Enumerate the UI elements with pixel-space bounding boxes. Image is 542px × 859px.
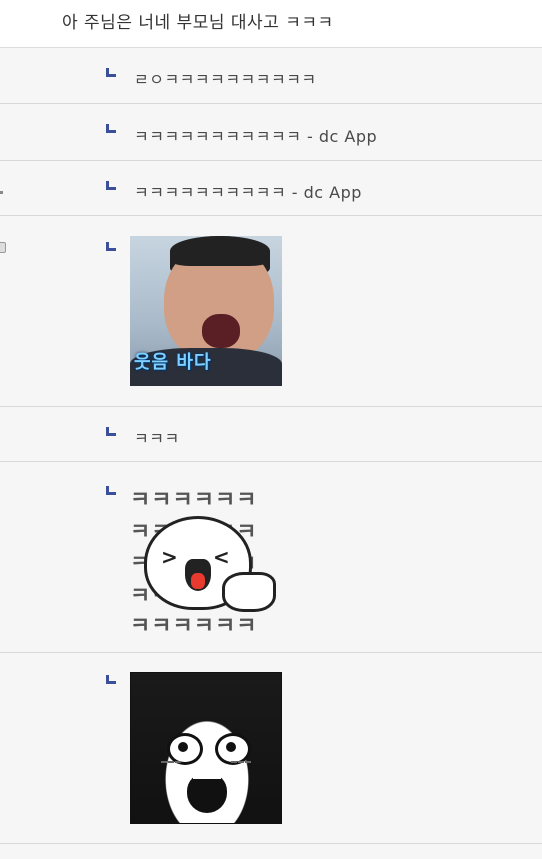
laughing-bun-sticker[interactable]: ㅋㅋㅋㅋㅋㅋ ㅋㅋㅋㅋㅋㅋ ㅋㅋㅋㅋㅋㅋ ㅋㅋㅋㅋㅋㅋ ㅋㅋㅋㅋㅋㅋ > < (130, 482, 282, 634)
reply-text: ㄹㅇㅋㅋㅋㅋㅋㅋㅋㅋㅋㅋ (134, 70, 317, 89)
top-comment-row: 아 주님은 너네 부모님 대사고 ㅋㅋㅋ (0, 0, 542, 48)
bun-eye-right-icon: < (213, 545, 230, 569)
reply-row: ㅋㅋㅋㅋㅋㅋㅋㅋㅋㅋ - dc App (0, 161, 542, 216)
reply-text: ㅋㅋㅋㅋㅋㅋㅋㅋㅋㅋ - dc App (134, 183, 362, 202)
reply-text: ㅋㅋㅋㅋㅋㅋㅋㅋㅋㅋㅋ - dc App (134, 127, 378, 146)
pointing-hand-icon (222, 572, 276, 612)
reply-arrow-icon (106, 68, 116, 77)
blush-left (161, 761, 181, 771)
crying-anime-girl-image[interactable] (130, 672, 282, 824)
top-comment-text: 아 주님은 너네 부모님 대사고 ㅋㅋㅋ (62, 13, 334, 33)
reply-row: ㅋㅋㅋ (0, 407, 542, 462)
blush-right (231, 761, 251, 771)
open-mouth (202, 314, 240, 348)
crying-mouth (187, 773, 227, 813)
bun-eye-left-icon: > (161, 545, 178, 569)
reply-text: ㅋㅋㅋ (134, 429, 180, 448)
bun-mouth (185, 559, 211, 591)
reply-arrow-icon (106, 427, 116, 436)
image-caption: 웃음 바다 (134, 352, 212, 373)
reply-row: ㄹㅇㅋㅋㅋㅋㅋㅋㅋㅋㅋㅋ (0, 48, 542, 104)
edge-marker (0, 191, 3, 194)
teeth (193, 773, 221, 779)
image-attachment-icon (0, 242, 6, 253)
sticker-text-line: ㅋㅋㅋㅋㅋㅋ (130, 488, 258, 513)
reply-row: ㅋㅋㅋㅋㅋㅋㅋㅋㅋㅋㅋ - dc App (0, 104, 542, 161)
bun-tongue (191, 573, 205, 589)
hair-top (170, 236, 270, 266)
reply-arrow-icon (106, 242, 116, 251)
reply-arrow-icon (106, 181, 116, 190)
sticker-text-line: ㅋㅋㅋㅋㅋㅋ (130, 614, 258, 634)
reply-arrow-icon (106, 124, 116, 133)
reply-arrow-icon (106, 675, 116, 684)
laughing-man-image[interactable]: 웃음 바다 (130, 236, 282, 386)
reply-arrow-icon (106, 486, 116, 495)
